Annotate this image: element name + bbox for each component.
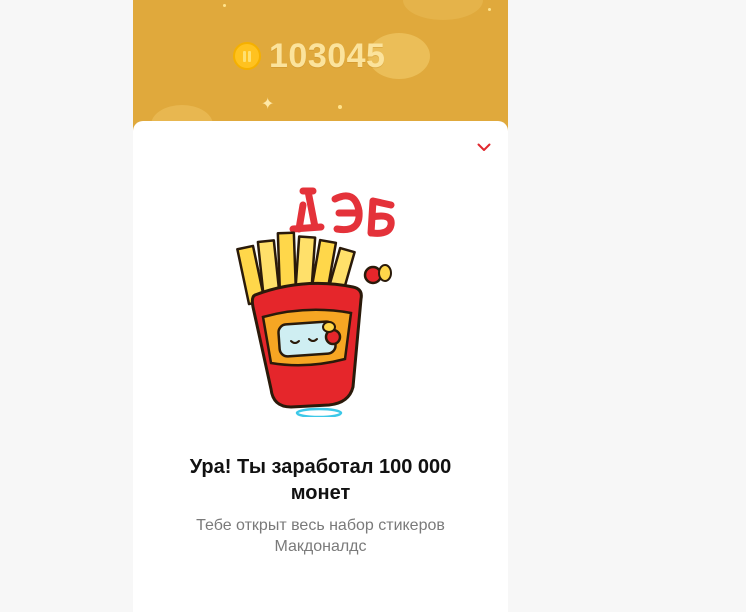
reward-title: Ура! Ты заработал 100 000 монет	[189, 456, 452, 504]
reward-sheet: Ура! Ты заработал 100 000 монет Тебе отк…	[133, 121, 508, 612]
fries-sticker	[236, 187, 395, 417]
decor-glow	[403, 0, 483, 20]
collapse-button[interactable]	[474, 139, 494, 155]
sticker-lettering	[289, 187, 395, 237]
app-screen: ✦ 103045 Ура! Ты заработал 100 000 монет…	[133, 0, 508, 612]
decor-dot	[338, 105, 342, 109]
reward-subtitle: Тебе открыт весь набор стикеров Макдонал…	[196, 517, 445, 555]
chevron-down-icon	[477, 143, 491, 151]
coin-balance-value: 103045	[269, 36, 386, 75]
motion-rings	[295, 407, 343, 417]
decor-dot	[223, 4, 226, 7]
coin-icon	[233, 42, 261, 70]
decor-dot	[488, 8, 491, 11]
coin-balance: 103045	[233, 36, 385, 76]
sparkle-icon: ✦	[261, 96, 275, 113]
